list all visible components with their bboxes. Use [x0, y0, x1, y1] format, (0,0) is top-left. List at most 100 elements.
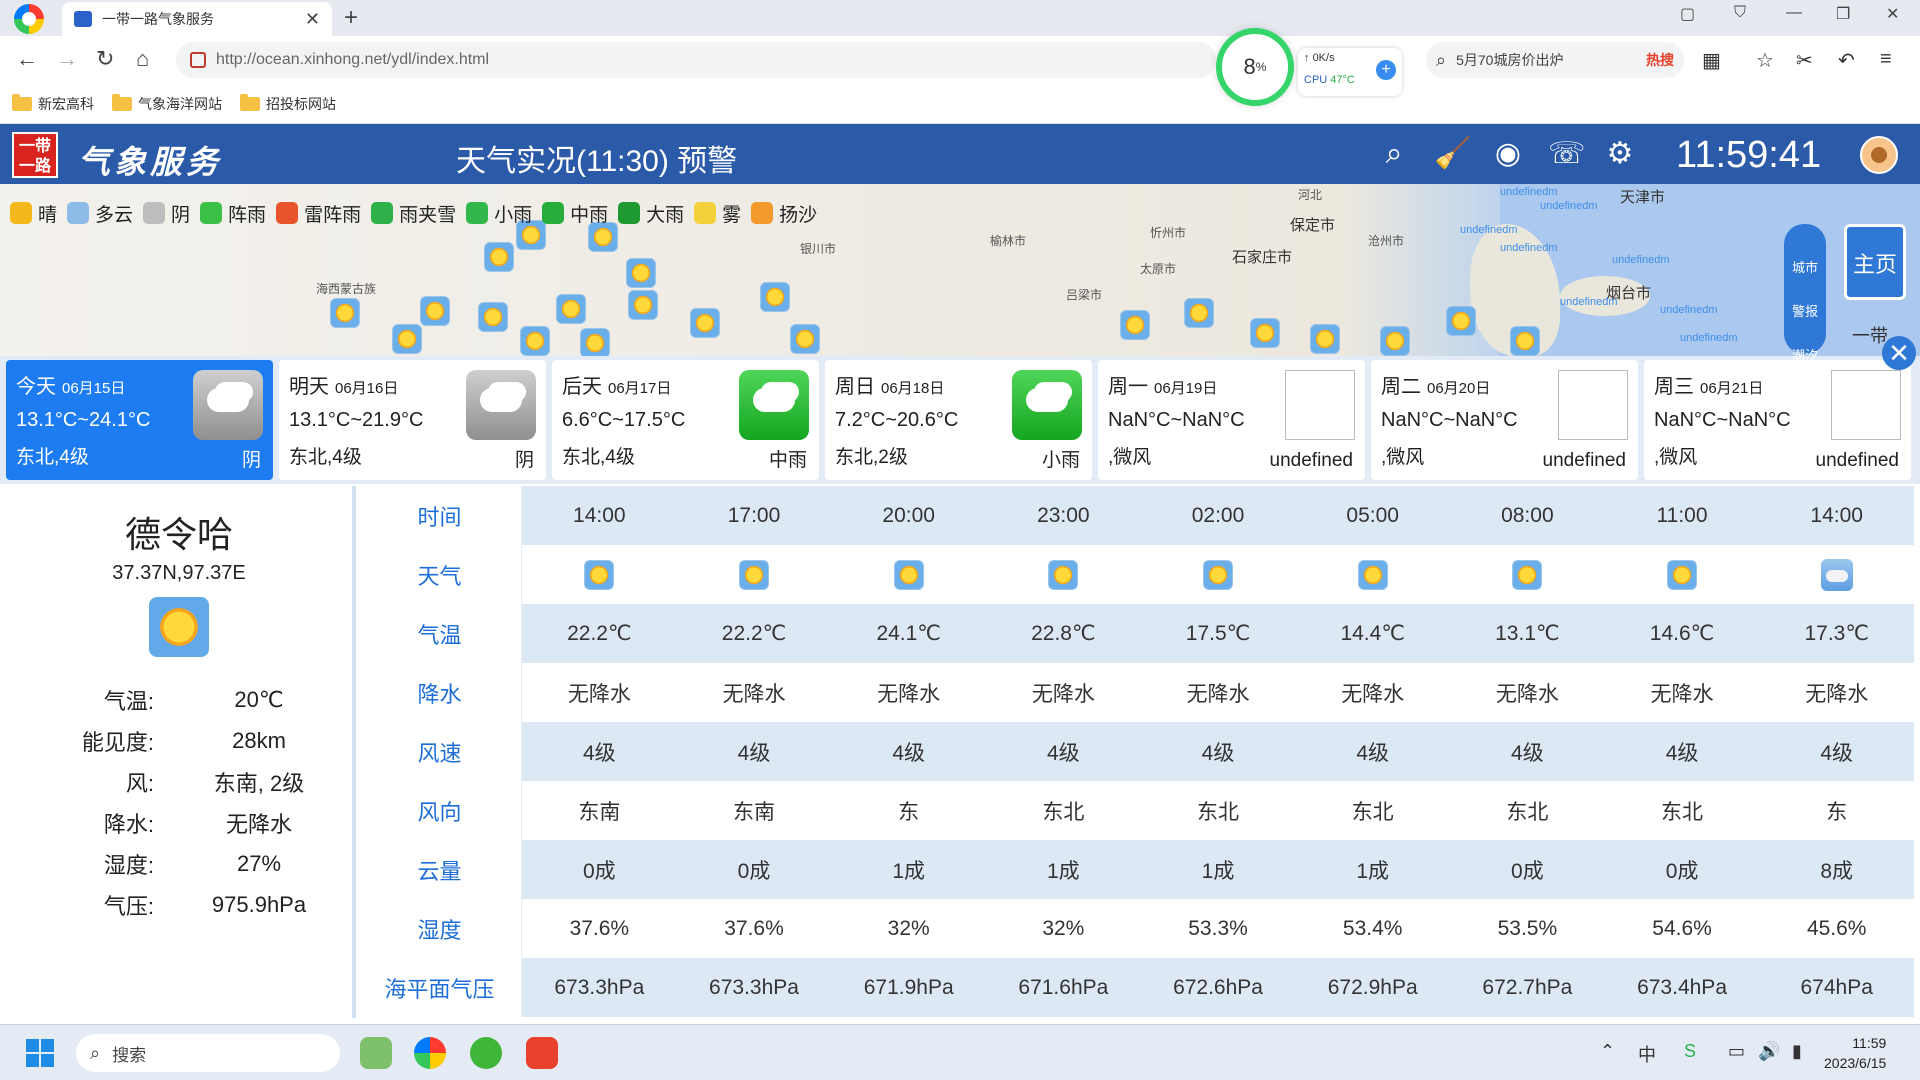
hourly-row: 风速 4级 4级 4级 4级 4级 4级 4级 4级 4级 [358, 722, 1915, 781]
wps-icon[interactable] [526, 1037, 558, 1069]
hourly-cell: 8成 [1759, 840, 1915, 899]
browser-search-input[interactable]: ⌕ 5月70城房价出炉 热搜 [1426, 42, 1684, 78]
hourly-cell: 1成 [831, 840, 987, 899]
hourly-cell: 22.8℃ [986, 604, 1141, 663]
edge-icon[interactable] [470, 1037, 502, 1069]
perf-value: 8 [1243, 54, 1256, 79]
back-icon[interactable]: ← [16, 46, 38, 72]
map-sun-icon[interactable] [1120, 310, 1150, 340]
hourly-weather-cell [1450, 545, 1605, 604]
restore-icon[interactable]: ❐ [1836, 4, 1850, 24]
cpu-widget[interactable]: ↑ 0K/s CPU 47°C + [1298, 48, 1402, 96]
apps-grid-icon[interactable]: ▦ [1702, 48, 1721, 73]
scissors-icon[interactable]: ✂ [1796, 48, 1813, 73]
taskbar-clock[interactable]: 11:59 2023/6/15 [1824, 1033, 1886, 1073]
hourly-cell: 24.1℃ [831, 604, 987, 663]
avatar[interactable] [1860, 136, 1898, 174]
map-sun-icon[interactable] [478, 302, 508, 332]
side-tab-city[interactable]: 城市 [1784, 246, 1826, 290]
day-card[interactable]: 周三 06月21日 NaN°C~NaN°C ,微风 undefined [1644, 360, 1911, 480]
hourly-row: 天气 [358, 545, 1915, 604]
sun-icon [1203, 559, 1234, 590]
bookmark-item[interactable]: 招投标网站 [240, 93, 336, 114]
map-sun-icon[interactable] [580, 328, 610, 356]
map-sun-icon[interactable] [1184, 298, 1214, 328]
close-icon[interactable]: ✕ [1882, 336, 1916, 370]
map-sun-icon[interactable] [626, 258, 656, 288]
map-sun-icon[interactable] [330, 298, 360, 328]
tab-close-icon[interactable]: ✕ [305, 9, 320, 30]
home-button[interactable]: 主页 [1844, 224, 1906, 300]
day-card[interactable]: 明天 06月16日 13.1°C~21.9°C 东北,4级 阴 [279, 360, 546, 480]
map-sun-icon[interactable] [1380, 326, 1410, 356]
url-input[interactable]: http://ocean.xinhong.net/ydl/index.html [176, 42, 1216, 78]
reload-icon[interactable]: ↻ [96, 46, 114, 72]
boost-plus-icon[interactable]: + [1376, 60, 1396, 80]
forward-icon[interactable]: → [56, 46, 78, 72]
start-windows-icon[interactable] [26, 1039, 54, 1067]
home-icon[interactable]: ⌂ [136, 46, 149, 72]
menu-icon[interactable]: ≡ [1880, 48, 1892, 71]
hourly-weather-cell [1140, 545, 1296, 604]
undefined-marker: undefinedm [1680, 332, 1738, 344]
browser-taskbar-icon[interactable] [414, 1037, 446, 1069]
taskbar: ⌕ 搜索 ⌃ 中 S ▭ 🔊 ▮ 11:59 2023/6/15 [0, 1024, 1920, 1080]
map-sun-icon[interactable] [790, 324, 820, 354]
day-card[interactable]: 今天 06月15日 13.1°C~24.1°C 东北,4级 阴 [6, 360, 273, 480]
window-close-icon[interactable]: ✕ [1886, 4, 1899, 24]
wechat-icon[interactable] [360, 1037, 392, 1069]
undo-icon[interactable]: ↶ [1838, 48, 1855, 73]
sun-icon [1357, 559, 1388, 590]
ime-icon[interactable]: 中 [1638, 1041, 1656, 1067]
network-icon[interactable]: ▭ [1728, 1041, 1745, 1062]
minimize-icon[interactable]: — [1786, 4, 1802, 22]
taskbar-search-input[interactable]: ⌕ 搜索 [76, 1034, 340, 1072]
browser-tab[interactable]: 一带一路气象服务 ✕ [62, 2, 332, 36]
map-sun-icon[interactable] [1250, 318, 1280, 348]
day-card[interactable]: 后天 06月17日 6.6°C~17.5°C 东北,4级 中雨 [552, 360, 819, 480]
hot-search-label[interactable]: 热搜 [1646, 50, 1674, 70]
favorites-icon[interactable]: ☆ [1756, 48, 1774, 73]
map-sun-icon[interactable] [556, 294, 586, 324]
search-icon[interactable]: ⌕ [1378, 138, 1410, 170]
battery-icon[interactable]: ▮ [1792, 1041, 1802, 1062]
rain-icon [1012, 370, 1082, 440]
map-sun-icon[interactable] [392, 324, 422, 354]
legend-shower-icon [200, 202, 223, 224]
volume-icon[interactable]: 🔊 [1758, 1041, 1780, 1062]
day-card[interactable]: 周二 06月20日 NaN°C~NaN°C ,微风 undefined [1371, 360, 1638, 480]
hourly-cell: 东北 [1604, 781, 1760, 840]
hourly-cell: 无降水 [1759, 663, 1915, 722]
side-tab-tide[interactable]: 潮汐 [1784, 334, 1826, 378]
map-sun-icon[interactable] [690, 308, 720, 338]
tab-list-icon[interactable]: ▢ [1680, 4, 1695, 24]
hourly-row-label: 时间 [358, 486, 522, 545]
bookmark-item[interactable]: 气象海洋网站 [112, 93, 222, 114]
map-sun-icon[interactable] [1310, 324, 1340, 354]
hourly-cell: 无降水 [831, 663, 987, 722]
map-sun-icon[interactable] [628, 290, 658, 320]
chevron-up-icon[interactable]: ⌃ [1600, 1041, 1615, 1062]
bookmark-item[interactable]: 新宏高科 [12, 93, 94, 114]
broom-icon[interactable]: 🧹 [1434, 138, 1471, 170]
gear-icon[interactable]: ⚙ [1604, 138, 1636, 170]
map-sun-icon[interactable] [1446, 306, 1476, 336]
map-sun-icon[interactable] [1510, 326, 1540, 356]
new-tab-icon[interactable]: + [344, 4, 358, 32]
shirt-icon[interactable]: ⛉ [1734, 4, 1746, 22]
day-card[interactable]: 周一 06月19日 NaN°C~NaN°C ,微风 undefined [1098, 360, 1365, 480]
map-sun-icon[interactable] [484, 242, 514, 272]
side-tab-alert[interactable]: 警报 [1784, 290, 1826, 334]
map-sun-icon[interactable] [760, 282, 790, 312]
browser-logo-icon[interactable] [14, 4, 44, 34]
phone-icon[interactable]: ☏ [1548, 138, 1586, 170]
performance-gauge[interactable]: 8% [1216, 28, 1294, 106]
hourly-cell: 1成 [1140, 840, 1296, 899]
page-title[interactable]: 天气实况(11:30) 预警 [456, 136, 737, 180]
sync-icon[interactable]: S [1684, 1041, 1696, 1062]
locate-icon[interactable]: ◉ [1492, 138, 1524, 170]
hourly-row-label: 降水 [358, 663, 522, 722]
day-card[interactable]: 周日 06月18日 7.2°C~20.6°C 东北,2级 小雨 [825, 360, 1092, 480]
map-sun-icon[interactable] [520, 326, 550, 356]
map-sun-icon[interactable] [420, 296, 450, 326]
